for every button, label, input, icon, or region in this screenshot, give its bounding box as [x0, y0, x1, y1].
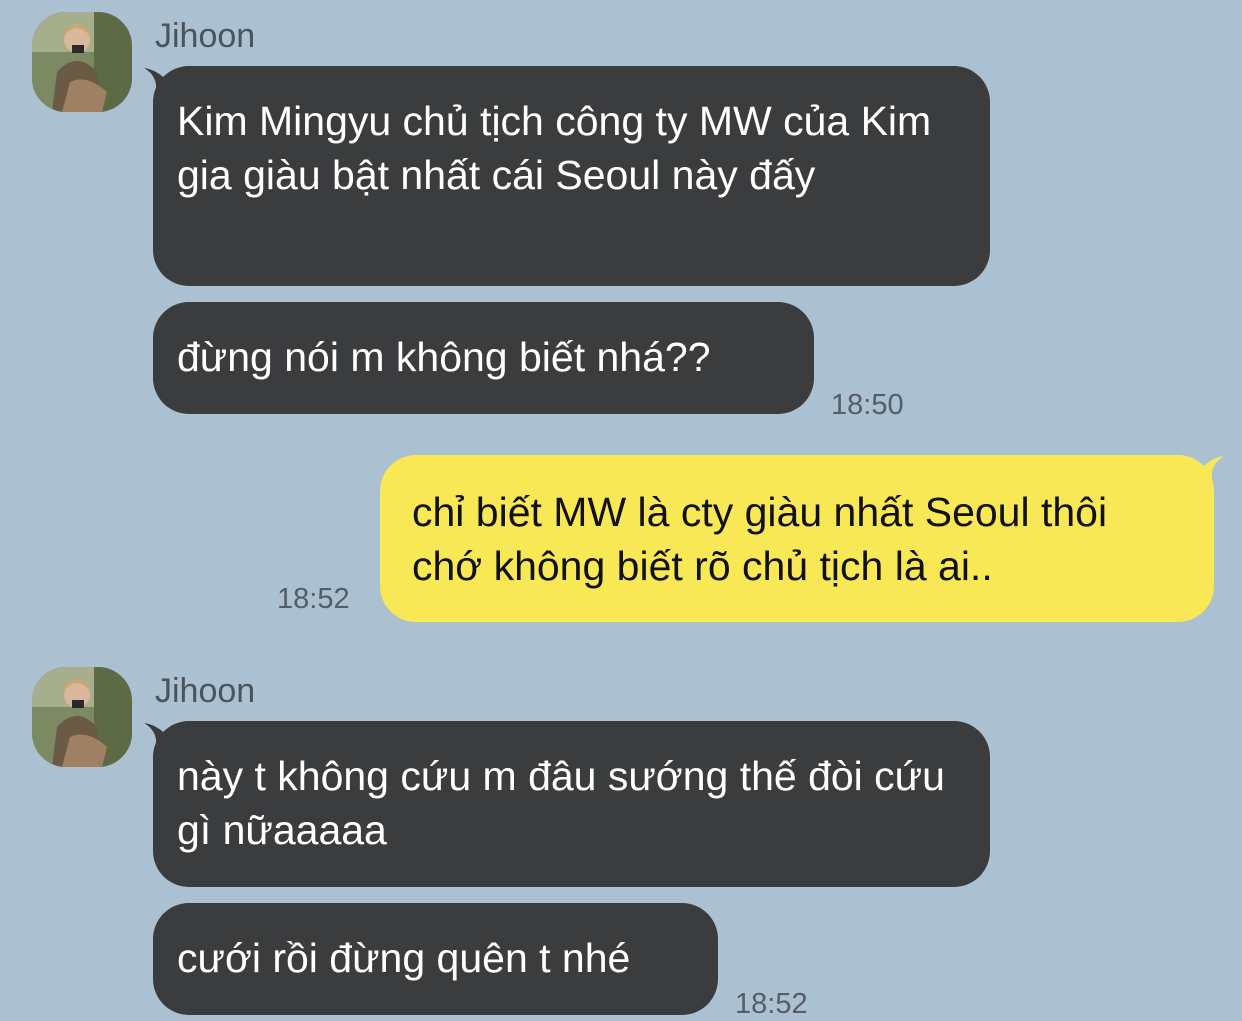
- message-bubble[interactable]: Kim Mingyu chủ tịch công ty MW của Kim g…: [153, 66, 990, 286]
- message-bubble[interactable]: chỉ biết MW là cty giàu nhất Seoul thôi …: [380, 455, 1214, 622]
- sender-name: Jihoon: [155, 17, 256, 55]
- message-text: Kim Mingyu chủ tịch công ty MW của Kim g…: [177, 98, 932, 198]
- message-bubble[interactable]: này t không cứu m đâu sướng thế đòi cứu …: [153, 721, 990, 887]
- message-text: này t không cứu m đâu sướng thế đòi cứu …: [177, 753, 945, 853]
- message-timestamp: 18:52: [277, 583, 350, 615]
- avatar[interactable]: [32, 667, 132, 767]
- message-text: chỉ biết MW là cty giàu nhất Seoul thôi …: [412, 489, 1108, 589]
- bubble-tail: [1200, 456, 1224, 480]
- message-bubble[interactable]: đừng nói m không biết nhá??: [153, 302, 814, 414]
- avatar[interactable]: [32, 12, 132, 112]
- message-text: cưới rồi đừng quên t nhé: [177, 935, 631, 981]
- avatar-photo-icon: [32, 667, 132, 767]
- message-text: đừng nói m không biết nhá??: [177, 334, 711, 380]
- sender-name: Jihoon: [155, 672, 256, 710]
- message-bubble[interactable]: cưới rồi đừng quên t nhé: [153, 903, 718, 1015]
- message-timestamp: 18:52: [735, 988, 808, 1020]
- avatar-photo-icon: [32, 12, 132, 112]
- message-timestamp: 18:50: [831, 389, 904, 421]
